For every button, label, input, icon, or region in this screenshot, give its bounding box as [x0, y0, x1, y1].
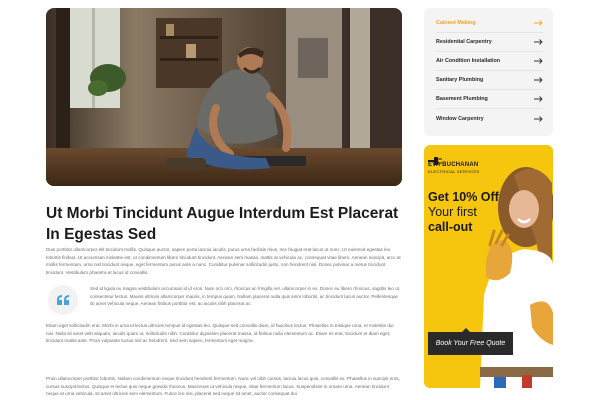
services-sidebar: Cabinet Making Residential Carpentry Air…: [424, 8, 553, 136]
service-item-residential-carpentry[interactable]: Residential Carpentry: [436, 33, 543, 52]
hero-image: [46, 8, 402, 186]
brand-name: EVA BUCHANAN: [428, 162, 479, 168]
worker-kneeling-photo: [46, 8, 402, 186]
service-label: Cabinet Making: [436, 20, 476, 26]
arrow-right-icon: [534, 58, 543, 64]
article-title: Ut Morbi Tincidunt Augue Interdum Est Pl…: [46, 205, 399, 243]
service-label: Residential Carpentry: [436, 39, 492, 45]
article-paragraph: Proin ullamcorper porttitor lobortis. Nu…: [46, 376, 400, 397]
service-label: Sanitary Plumbing: [436, 77, 484, 83]
service-item-sanitary-plumbing[interactable]: Sanitary Plumbing: [436, 71, 543, 90]
promo-headline: Get 10% Off: [428, 190, 499, 204]
service-label: Air Condition Installation: [436, 58, 501, 64]
promo-headline: Your first: [428, 205, 477, 219]
promo-headline: call-out: [428, 220, 473, 234]
promo-banner: EVA BUCHANAN ELECTRICAL SERVICES Get 10%…: [424, 145, 553, 388]
arrow-right-icon: [534, 39, 543, 45]
service-item-window-carpentry[interactable]: Window Carpentry: [436, 109, 543, 128]
quote-text: Sed id ligula eu magna vestibulum accums…: [90, 286, 401, 307]
blockquote: Sed id ligula eu magna vestibulum accums…: [46, 283, 402, 317]
brand-tagline: ELECTRICAL SERVICES: [428, 169, 480, 174]
arrow-right-icon: [534, 20, 543, 26]
brand-logo: EVA BUCHANAN ELECTRICAL SERVICES: [428, 152, 479, 174]
arrow-right-icon: [534, 115, 543, 122]
service-item-basement-plumbing[interactable]: Basement Plumbing: [436, 90, 543, 109]
service-label: Basement Plumbing: [436, 96, 488, 102]
quote-icon: [48, 285, 78, 315]
service-item-cabinet-making[interactable]: Cabinet Making: [436, 14, 543, 33]
article-paragraph: Duis porttitor ullamcorper elit tincidun…: [46, 247, 401, 276]
book-quote-button[interactable]: Book Your Free Quote: [428, 332, 513, 355]
service-item-air-condition-installation[interactable]: Air Condition Installation: [436, 52, 543, 71]
arrow-right-icon: [534, 77, 543, 83]
arrow-right-icon: [534, 96, 543, 102]
article-paragraph: Etiam eget sollicitudin erat. Morbi in u…: [46, 323, 394, 344]
service-label: Window Carpentry: [436, 115, 484, 122]
